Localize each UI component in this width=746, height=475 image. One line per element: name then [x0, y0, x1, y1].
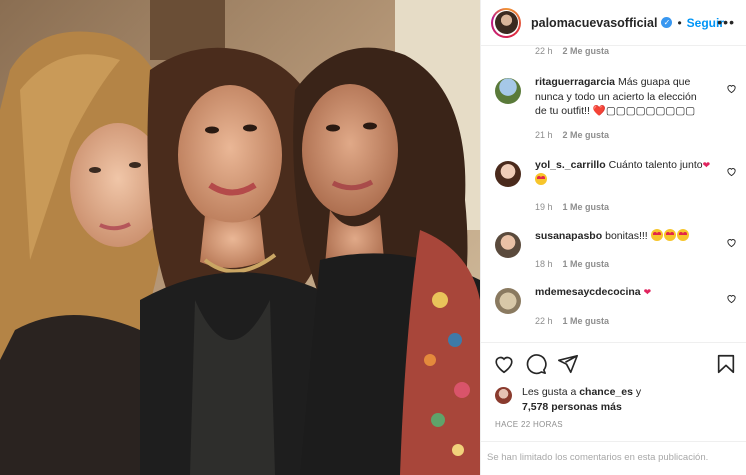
verified-badge-icon: ✓ — [661, 17, 673, 28]
comment-likes[interactable]: 2 Me gusta — [563, 130, 610, 140]
author-username[interactable]: palomacuevasofficial — [531, 16, 657, 30]
post-timestamp[interactable]: HACE 22 HORAS — [495, 420, 563, 429]
first-comment-meta: 22 h 2 Me gusta — [535, 46, 609, 56]
avatar-image — [494, 11, 518, 34]
comment-meta: 21 h 2 Me gusta — [535, 130, 609, 140]
instagram-post: palomacuevasofficial ✓ • Seguir ••• 22 h… — [0, 0, 746, 475]
avatar-inner — [493, 9, 519, 36]
comment-meta: 18 h 1 Me gusta — [535, 259, 609, 269]
comment-body: yol_s._carrillo Cuánto talento junto❤ — [535, 158, 711, 187]
heart-emoji-icon: ❤ — [702, 160, 711, 170]
comment-body: mdemesaycdecocina ❤ — [535, 285, 711, 300]
likes-connector: y — [635, 386, 642, 398]
heart-eyes-emoji-icon — [663, 229, 676, 241]
header-separator: • — [677, 15, 682, 30]
comment-meta: 22 h 1 Me gusta — [535, 316, 609, 326]
photo-illustration — [0, 0, 480, 475]
liker-username[interactable]: chance_es — [579, 386, 633, 398]
heart-eyes-emoji-icon — [676, 229, 689, 241]
heart-eyes-emoji-icon — [650, 229, 663, 241]
commenter-avatar[interactable] — [495, 288, 521, 314]
comments-limited-notice: Se han limitado los comentarios en esta … — [481, 441, 746, 475]
post-side-panel: palomacuevasofficial ✓ • Seguir ••• 22 h… — [480, 0, 746, 475]
comment-meta: 19 h 1 Me gusta — [535, 202, 609, 212]
post-actions — [481, 342, 746, 382]
commenter-avatar[interactable] — [495, 232, 521, 258]
heart-icon[interactable] — [726, 293, 737, 304]
likes-prefix: Les gusta a — [522, 386, 577, 398]
comment-time: 19 h — [535, 202, 553, 212]
comment-time: 21 h — [535, 130, 553, 140]
commenter-username[interactable]: yol_s._carrillo — [535, 159, 606, 171]
commenter-username[interactable]: mdemesaycdecocina — [535, 286, 641, 298]
comment-icon[interactable] — [525, 353, 547, 375]
comment-text: Cuánto talento junto — [608, 159, 703, 171]
heart-icon[interactable] — [726, 166, 737, 177]
heart-emoji-icon: ❤ — [643, 287, 652, 297]
comment-body: susanapasbo bonitas!!! — [535, 229, 711, 244]
liker-avatar[interactable] — [495, 387, 512, 404]
comment-time: 22 h — [535, 316, 553, 326]
likes-summary: Les gusta a chance_es y 7,578 personas m… — [495, 385, 641, 414]
heart-icon[interactable] — [726, 83, 737, 94]
comment-text: bonitas!!! — [605, 230, 648, 242]
more-options-icon[interactable]: ••• — [717, 14, 735, 30]
author-avatar[interactable] — [491, 7, 521, 38]
heart-icon[interactable] — [726, 237, 737, 248]
share-icon[interactable] — [557, 353, 579, 375]
likes-count[interactable]: 7,578 personas más — [522, 401, 622, 413]
post-photo[interactable] — [0, 0, 480, 475]
commenter-username[interactable]: ritaguerragarcia — [535, 76, 615, 88]
commenter-username[interactable]: susanapasbo — [535, 230, 602, 242]
comment-time: 18 h — [535, 259, 553, 269]
heart-eyes-emoji-icon — [535, 172, 547, 185]
heart-icon[interactable] — [493, 353, 515, 375]
comment-text-extra: ▢▢▢▢▢▢▢▢▢ — [605, 105, 696, 117]
post-header: palomacuevasofficial ✓ • Seguir ••• — [481, 0, 746, 46]
bookmark-icon[interactable] — [715, 353, 737, 375]
comment-likes[interactable]: 1 Me gusta — [563, 316, 610, 326]
comment-time: 22 h — [535, 46, 553, 56]
likes-text: Les gusta a chance_es y 7,578 personas m… — [522, 385, 641, 414]
comment-likes[interactable]: 2 Me gusta — [563, 46, 610, 56]
comment-likes[interactable]: 1 Me gusta — [563, 202, 610, 212]
commenter-avatar[interactable] — [495, 161, 521, 187]
comments-list[interactable]: 22 h 2 Me gusta ritaguerragarcia Más guapa… — [481, 46, 746, 342]
commenter-avatar[interactable] — [495, 78, 521, 104]
comment-body: ritaguerragarcia Más guapa que nunca y to… — [535, 75, 711, 119]
comment-likes[interactable]: 1 Me gusta — [563, 259, 610, 269]
